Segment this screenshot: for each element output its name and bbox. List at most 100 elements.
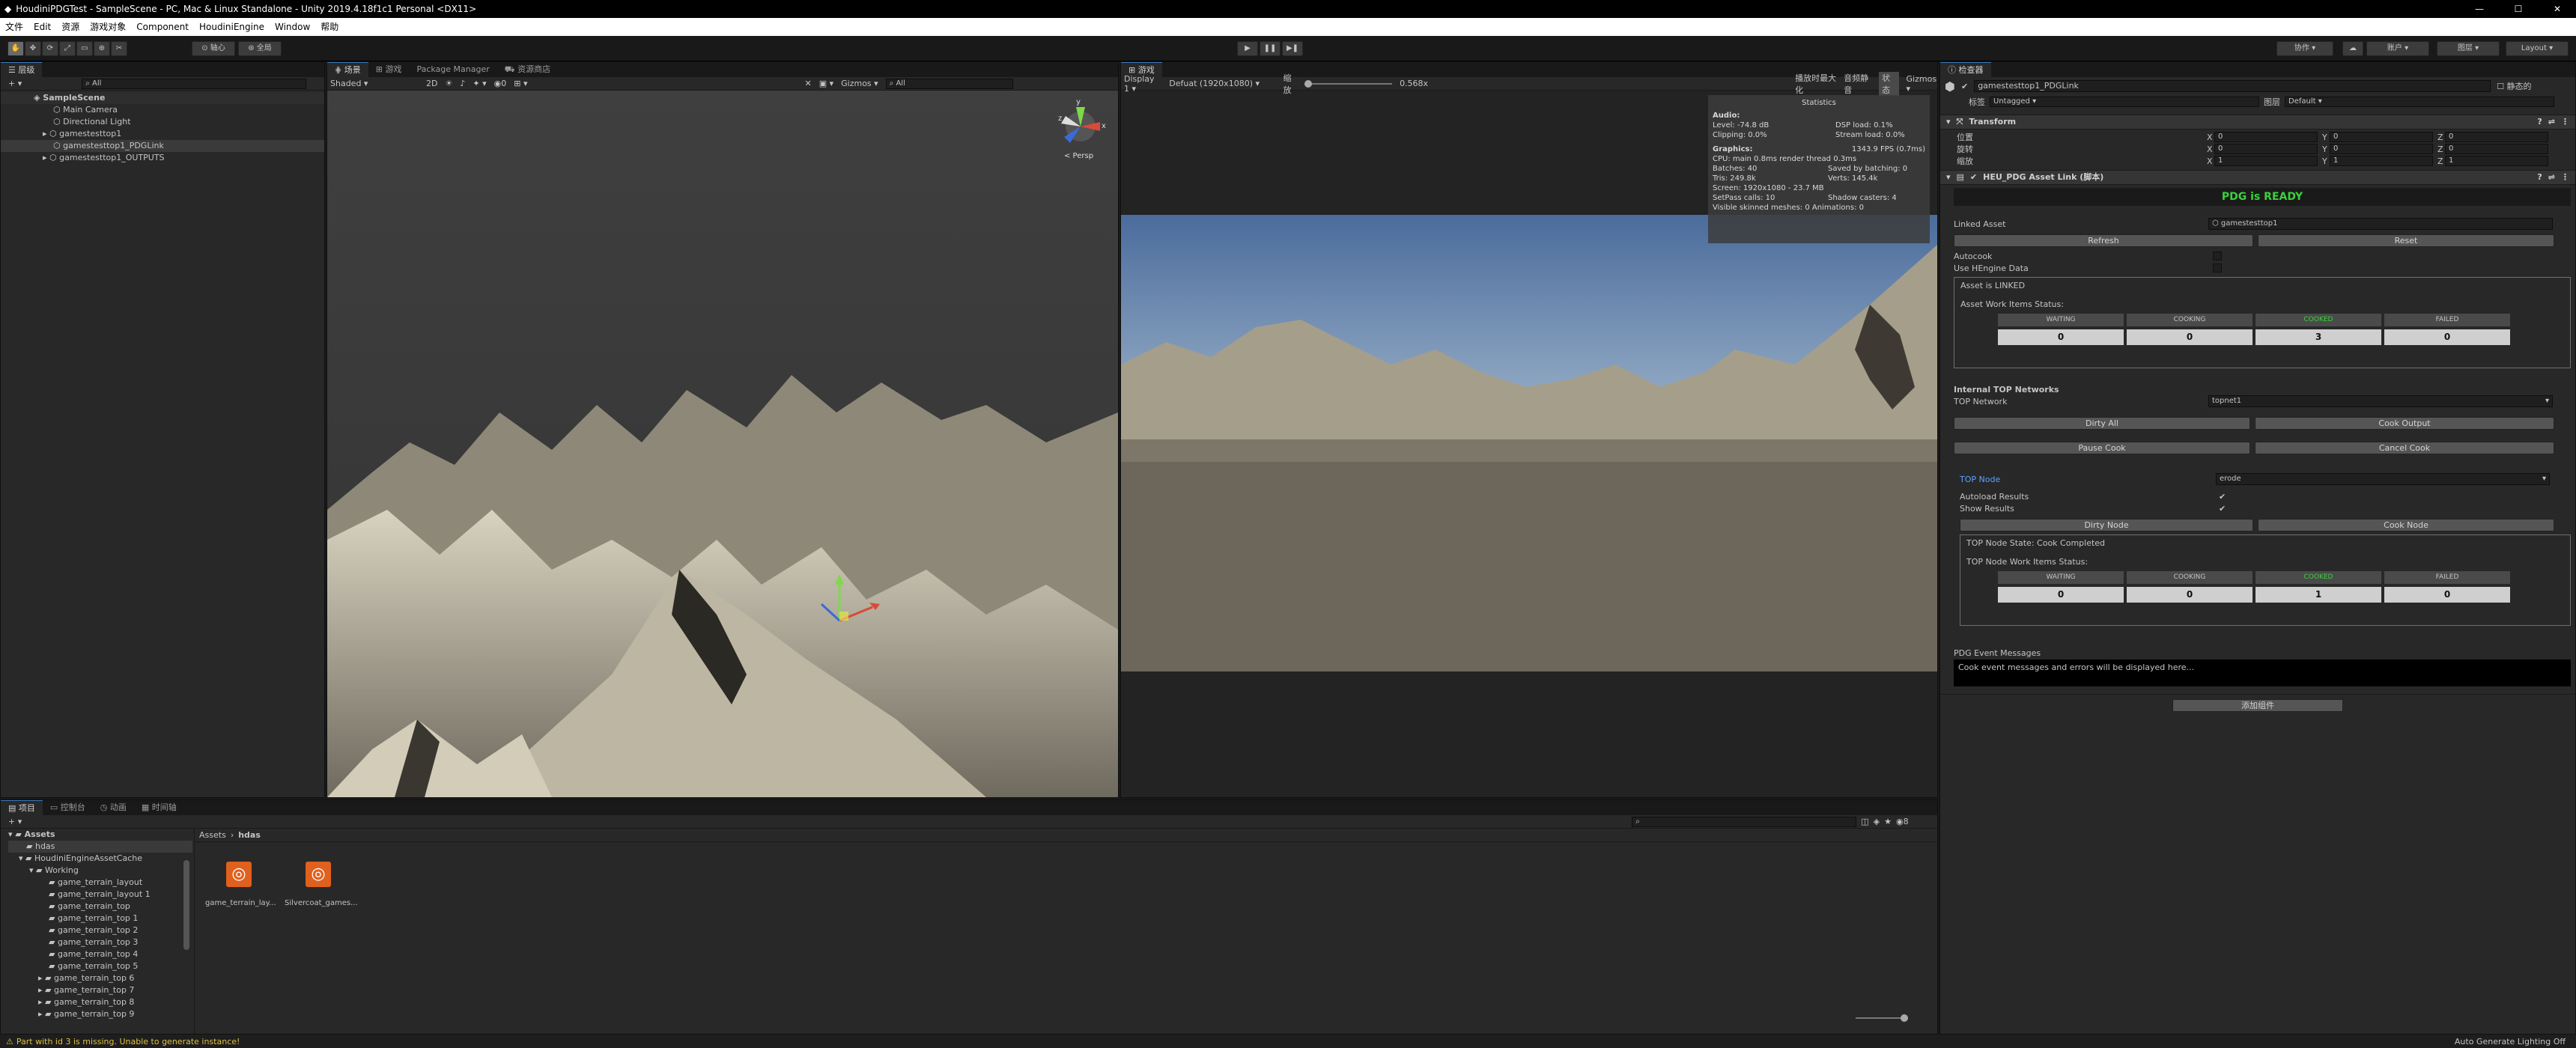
account-button[interactable]: 账户 ▾ <box>2366 41 2429 56</box>
folder-item[interactable]: ▰ game_terrain_top 3 <box>8 936 192 948</box>
scene-root[interactable]: ◈ SampleScene <box>1 92 324 104</box>
cancel-cook-button[interactable]: Cancel Cook <box>2255 442 2554 454</box>
close-icon[interactable]: ✕ <box>2540 0 2575 18</box>
refresh-button[interactable]: Refresh <box>1954 234 2253 247</box>
folder-item[interactable]: ▰ game_terrain_layout <box>8 877 192 889</box>
folder-item[interactable]: ▾ ▰ Working <box>8 865 192 877</box>
folder-item[interactable]: ▰ game_terrain_top 5 <box>8 960 192 972</box>
folder-item[interactable]: ▰ game_terrain_top 2 <box>8 924 192 936</box>
top-network-dropdown[interactable]: topnet1 ▾ <box>2208 395 2553 407</box>
tab-game[interactable]: ⊞ 游戏 <box>368 62 410 77</box>
effects-icon[interactable]: ✦ ▾ <box>473 79 486 88</box>
transform-header[interactable]: ▾ ⤧ Transform ? ⇌ ⋮ <box>1940 115 2575 130</box>
persp-label[interactable]: < Persp <box>1064 152 1093 160</box>
breadcrumb-assets[interactable]: Assets <box>199 830 226 840</box>
custom-tool-button[interactable]: ✂ <box>111 41 127 56</box>
icon-size-slider-thumb[interactable] <box>1901 1014 1908 1022</box>
scale-slider[interactable] <box>1304 79 1393 88</box>
position-z[interactable]: 0 <box>2445 132 2548 142</box>
maximize-on-play[interactable]: 播放时最大化 <box>1795 72 1836 96</box>
tree-scrollbar[interactable] <box>183 860 189 950</box>
folder-item[interactable]: ▰ game_terrain_top 1 <box>8 913 192 924</box>
filter-label-icon[interactable]: ◈ <box>1874 817 1880 826</box>
top-node-dropdown[interactable]: erode ▾ <box>2216 473 2550 485</box>
preset-icon[interactable]: ⇌ <box>2548 115 2555 130</box>
autoload-checkbox[interactable]: ✔ <box>2219 492 2226 502</box>
status-message[interactable]: Part with id 3 is missing. Unable to gen… <box>16 1037 240 1047</box>
rect-tool-button[interactable]: ▭ <box>76 41 93 56</box>
shading-dropdown[interactable]: Shaded ▾ <box>330 79 419 88</box>
tab-timeline[interactable]: ▦ 时间轴 <box>134 800 184 815</box>
scene-search-input[interactable]: ⌕ All <box>885 78 1013 89</box>
dirty-node-button[interactable]: Dirty Node <box>1960 519 2253 531</box>
gizmos-dropdown[interactable]: Gizmos ▾ <box>841 79 878 88</box>
menu-assets[interactable]: 资源 <box>56 18 85 36</box>
rotation-z[interactable]: 0 <box>2445 144 2548 154</box>
help-icon[interactable]: ? <box>2537 170 2542 185</box>
menu-gameobject[interactable]: 游戏对象 <box>85 18 131 36</box>
folder-item[interactable]: ▸ ▰ game_terrain_top 6 <box>8 972 192 984</box>
static-toggle[interactable]: ☐ 静态的 <box>2497 80 2531 92</box>
tab-console[interactable]: ▭ 控制台 <box>43 800 93 815</box>
hierarchy-item[interactable]: ⬡ Directional Light <box>1 116 324 128</box>
hierarchy-item[interactable]: ⬡ Main Camera <box>1 104 324 116</box>
tab-scene[interactable]: ⋕ 场景 <box>327 62 368 77</box>
menu-help[interactable]: 帮助 <box>315 18 344 36</box>
expand-arrow-icon[interactable]: ▸ <box>43 153 49 162</box>
folder-item[interactable]: ▾ ▰ Assets <box>8 829 192 841</box>
project-search-input[interactable]: ⌕ <box>1632 816 1857 827</box>
autocook-checkbox[interactable] <box>2213 252 2222 261</box>
pause-button[interactable]: ❚❚ <box>1260 41 1281 56</box>
scale-z[interactable]: 1 <box>2445 156 2548 166</box>
kebab-menu-icon[interactable]: ⋮ <box>2561 170 2569 185</box>
camera-icon[interactable]: ▣ ▾ <box>819 79 833 88</box>
resolution-dropdown[interactable]: Defuat (1920x1080) ▾ <box>1169 79 1275 88</box>
folder-item[interactable]: ▰ game_terrain_layout 1 <box>8 889 192 901</box>
add-component-button[interactable]: 添加组件 <box>2172 699 2343 712</box>
toggle-2d[interactable]: 2D <box>426 79 437 88</box>
folder-item[interactable]: ▾ ▰ HoudiniEngineAssetCache <box>8 853 192 865</box>
folder-item[interactable]: ▸ ▰ game_terrain_top 7 <box>8 984 192 996</box>
step-button[interactable]: ▶❚ <box>1282 41 1303 56</box>
object-name-field[interactable]: gamestesttop1_PDGLink <box>1974 80 2491 92</box>
display-dropdown[interactable]: Display 1 ▾ <box>1124 74 1161 94</box>
folder-item[interactable]: ▸ ▰ game_terrain_top 9 <box>8 1008 192 1020</box>
menu-window[interactable]: Window <box>270 18 315 36</box>
folder-item-selected[interactable]: ▰ hdas <box>8 841 192 853</box>
tab-hierarchy[interactable]: ☰ 层级 <box>1 62 43 77</box>
expand-arrow-icon[interactable]: ▸ <box>43 129 49 138</box>
filter-type-icon[interactable]: ◫ <box>1861 817 1868 826</box>
position-x[interactable]: 0 <box>2214 132 2318 142</box>
asset-tile[interactable]: ◎ game_terrain_lay... <box>205 862 276 907</box>
hierarchy-search-input[interactable]: ⌕ All <box>82 78 307 89</box>
help-icon[interactable]: ? <box>2537 115 2542 130</box>
component-enabled-checkbox[interactable]: ✔ <box>1970 170 1977 185</box>
hand-tool-button[interactable]: ✋ <box>7 41 24 56</box>
minimize-icon[interactable]: — <box>2462 0 2497 18</box>
project-create-icon[interactable]: + ▾ <box>8 817 22 826</box>
stats-toggle[interactable]: 状态 <box>1879 71 1899 96</box>
foldout-arrow-icon[interactable]: ▾ <box>1946 115 1951 130</box>
menu-file[interactable]: 文件 <box>0 18 28 36</box>
dirty-all-button[interactable]: Dirty All <box>1954 417 2250 430</box>
layout-button[interactable]: Layout ▾ <box>2506 41 2569 56</box>
move-tool-button[interactable]: ✥ <box>25 41 41 56</box>
foldout-arrow-icon[interactable]: ▾ <box>1946 170 1951 185</box>
tab-project[interactable]: ▤ 项目 <box>1 800 43 815</box>
create-icon[interactable]: + ▾ <box>8 79 22 88</box>
menu-component[interactable]: Component <box>131 18 194 36</box>
rotation-x[interactable]: 0 <box>2214 144 2318 154</box>
tag-dropdown[interactable]: Untagged ▾ <box>1990 97 2259 107</box>
grid-icon[interactable]: ⊞ ▾ <box>514 79 527 88</box>
reset-button[interactable]: Reset <box>2258 234 2554 247</box>
layers-button[interactable]: 图层 ▾ <box>2437 41 2500 56</box>
mute-audio[interactable]: 音频静音 <box>1844 72 1871 96</box>
show-results-checkbox[interactable]: ✔ <box>2219 504 2226 514</box>
folder-item[interactable]: ▰ game_terrain_top <box>8 901 192 913</box>
folder-item[interactable]: ▰ game_terrain_top 4 <box>8 948 192 960</box>
pause-cook-button[interactable]: Pause Cook <box>1954 442 2250 454</box>
maximize-icon[interactable]: ☐ <box>2501 0 2536 18</box>
hierarchy-item[interactable]: ▸ ⬡ gamestesttop1 <box>1 128 324 140</box>
menu-houdini[interactable]: HoudiniEngine <box>194 18 270 36</box>
hierarchy-item[interactable]: ▸ ⬡ gamestesttop1_OUTPUTS <box>1 152 324 164</box>
